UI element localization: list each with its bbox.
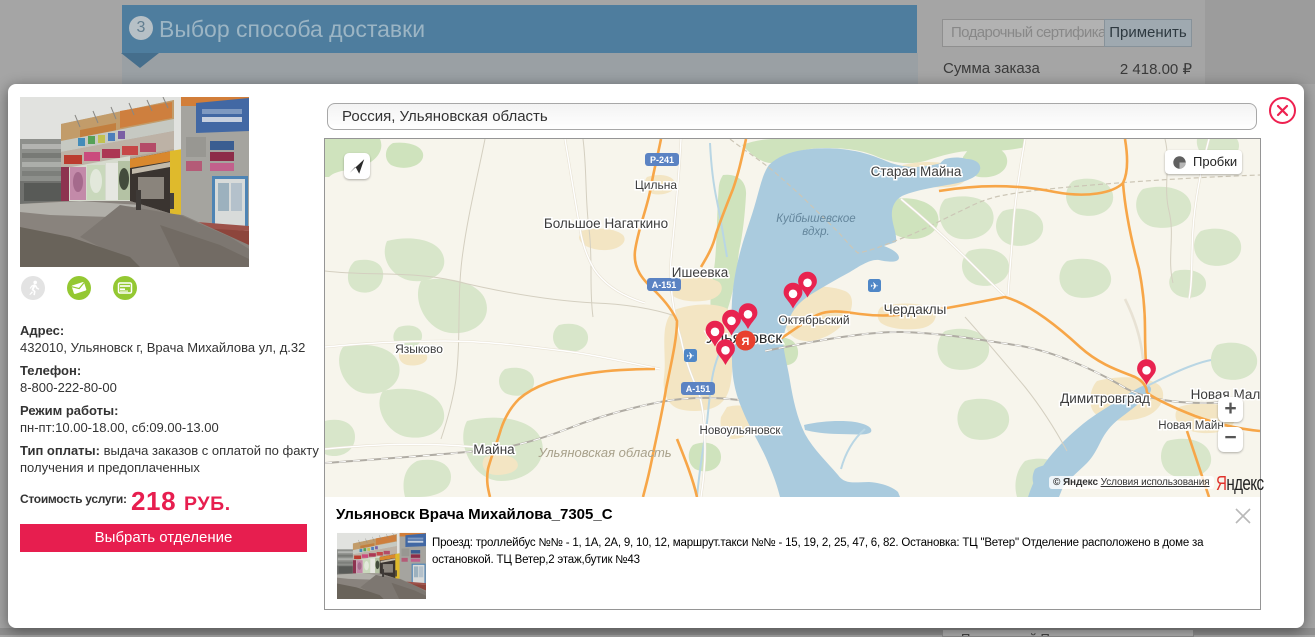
svg-text:Большое Нагаткино: Большое Нагаткино — [544, 216, 668, 231]
svg-text:Ишеевка: Ишеевка — [672, 265, 729, 280]
svg-text:Новоульяновск: Новоульяновск — [700, 425, 782, 437]
svg-text:А-151: А-151 — [686, 384, 711, 394]
svg-text:Октябрьский: Октябрьский — [778, 313, 849, 327]
svg-text:Я: Я — [742, 336, 750, 348]
svg-text:Старая Майна: Старая Майна — [871, 164, 962, 179]
svg-text:Цильна: Цильна — [635, 178, 677, 192]
svg-text:А-151: А-151 — [652, 280, 677, 290]
svg-text:Чердаклы: Чердаклы — [884, 302, 947, 317]
svg-text:✈: ✈ — [686, 352, 694, 363]
svg-text:Языково: Языково — [395, 342, 443, 356]
svg-text:Ульяновская область: Ульяновская область — [537, 445, 671, 460]
svg-text:Димитровград: Димитровград — [1060, 391, 1150, 406]
svg-text:Р-241: Р-241 — [650, 155, 674, 165]
svg-text:Майна: Майна — [473, 442, 515, 457]
svg-text:✈: ✈ — [870, 282, 878, 293]
svg-text:вдхр.: вдхр. — [802, 226, 829, 238]
svg-text:Новая Майн: Новая Майн — [1158, 420, 1223, 432]
svg-text:Куйбышевское: Куйбышевское — [776, 213, 855, 225]
